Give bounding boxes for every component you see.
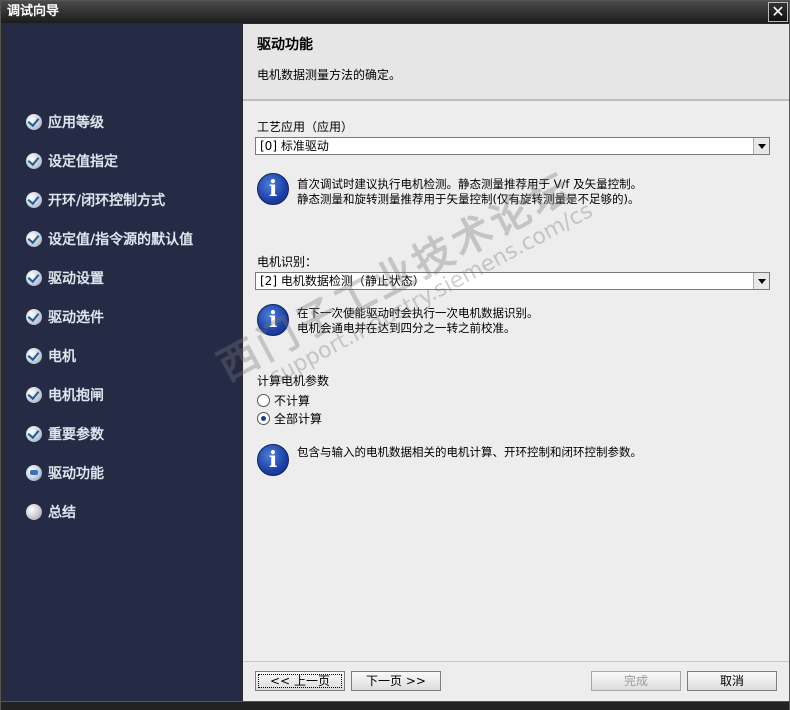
next-button[interactable]: 下一页 >> (351, 671, 441, 691)
step-complete-icon (26, 231, 42, 247)
chevron-down-icon[interactable] (753, 138, 769, 154)
title-bar: 调试向导 ✕ (1, 1, 789, 23)
window-title: 调试向导 (7, 4, 60, 19)
finish-button[interactable]: 完成 (591, 671, 681, 691)
application-label: 工艺应用（应用） (257, 120, 354, 134)
step-current-icon (26, 465, 42, 481)
window-bottom-border (1, 701, 789, 710)
motor-id-select-value: [2] 电机数据检测（静止状态） (260, 274, 425, 288)
sidebar-item-application-level[interactable]: 应用等级 (26, 110, 104, 134)
sidebar-item-summary[interactable]: 总结 (26, 500, 76, 524)
radio-button[interactable] (257, 393, 270, 407)
page-header: 驱动功能 电机数据测量方法的确定。 (243, 24, 789, 99)
step-complete-icon (26, 309, 42, 325)
sidebar-item-motor-brake[interactable]: 电机抱闸 (26, 383, 104, 407)
close-button[interactable]: ✕ (768, 2, 788, 22)
sidebar-item-key-params[interactable]: 重要参数 (26, 422, 104, 446)
sidebar-item-drive-options[interactable]: 驱动选件 (26, 305, 104, 329)
step-complete-icon (26, 114, 42, 130)
sidebar-item-label: 电机 (48, 349, 76, 365)
step-complete-icon (26, 348, 42, 364)
step-complete-icon (26, 153, 42, 169)
step-complete-icon (26, 426, 42, 442)
sidebar-item-label: 设定值指定 (48, 154, 118, 170)
calc-option-none-label: 不计算 (274, 393, 311, 408)
step-complete-icon (26, 387, 42, 403)
info-icon: i (257, 444, 289, 476)
sidebar-item-label: 驱动功能 (48, 466, 104, 482)
motor-id-select[interactable]: [2] 电机数据检测（静止状态） (255, 272, 770, 290)
application-info-text: 首次调试时建议执行电机检测。静态测量推荐用于 V/f 及矢量控制。 静态测量和旋… (297, 177, 642, 207)
sidebar-item-label: 设定值/指令源的默认值 (48, 232, 194, 248)
info-icon: i (257, 304, 289, 336)
previous-button[interactable]: << 上一页 (255, 671, 345, 691)
application-select[interactable]: [0] 标准驱动 (255, 137, 770, 155)
sidebar-item-setpoint[interactable]: 设定值指定 (26, 149, 118, 173)
sidebar-item-drive-functions[interactable]: 驱动功能 (26, 461, 104, 485)
main-content: 工艺应用（应用） [0] 标准驱动 i 首次调试时建议执行电机检测。静态测量推荐… (243, 101, 789, 661)
motor-id-info-line2: 电机会通电并在达到四分之一转之前校准。 (297, 321, 516, 335)
calc-option-none[interactable]: 不计算 (257, 392, 310, 408)
step-complete-icon (26, 192, 42, 208)
wizard-footer: << 上一页 下一页 >> 完成 取消 (243, 661, 789, 701)
cancel-button[interactable]: 取消 (687, 671, 777, 691)
sidebar-item-label: 总结 (48, 505, 76, 521)
step-complete-icon (26, 270, 42, 286)
steps-sidebar: 应用等级 设定值指定 开环/闭环控制方式 设定值/指令源的默认值 驱动设置 驱动… (4, 24, 242, 701)
sidebar-item-label: 驱动选件 (48, 310, 104, 326)
calc-option-all-label: 全部计算 (274, 411, 323, 426)
page-title: 驱动功能 (257, 37, 313, 53)
page-description: 电机数据测量方法的确定。 (257, 68, 402, 82)
sidebar-item-control-mode[interactable]: 开环/闭环控制方式 (26, 188, 165, 212)
sidebar-item-drive-settings[interactable]: 驱动设置 (26, 266, 104, 290)
sidebar-item-label: 驱动设置 (48, 271, 104, 287)
sidebar-item-label: 应用等级 (48, 115, 104, 131)
sidebar-item-label: 重要参数 (48, 427, 104, 443)
application-select-value: [0] 标准驱动 (260, 139, 329, 153)
application-info-line1: 首次调试时建议执行电机检测。静态测量推荐用于 V/f 及矢量控制。 (297, 177, 643, 191)
sidebar-item-defaults[interactable]: 设定值/指令源的默认值 (26, 227, 193, 251)
chevron-down-icon[interactable] (753, 273, 769, 289)
motor-id-info-text: 在下一次使能驱动时会执行一次电机数据识别。 电机会通电并在达到四分之一转之前校准… (297, 306, 539, 336)
sidebar-item-label: 开环/闭环控制方式 (48, 193, 166, 209)
motor-id-info-line1: 在下一次使能驱动时会执行一次电机数据识别。 (297, 306, 539, 320)
calc-info-line1: 包含与输入的电机数据相关的电机计算、开环控制和闭环控制参数。 (297, 445, 642, 459)
calc-params-label: 计算电机参数 (257, 374, 330, 388)
wizard-window: 调试向导 ✕ 应用等级 设定值指定 开环/闭环控制方式 设定值/指令源的默认值 … (0, 0, 790, 710)
radio-button-checked[interactable] (257, 411, 270, 425)
step-pending-icon (26, 504, 42, 520)
sidebar-item-label: 电机抱闸 (48, 388, 104, 404)
application-info-line2: 静态测量和旋转测量推荐用于矢量控制(仅有旋转测量是不足够的)。 (297, 192, 640, 206)
calc-info-text: 包含与输入的电机数据相关的电机计算、开环控制和闭环控制参数。 (297, 445, 642, 460)
sidebar-item-motor[interactable]: 电机 (26, 344, 76, 368)
motor-id-label: 电机识别： (257, 255, 318, 269)
info-icon: i (257, 173, 289, 205)
calc-option-all[interactable]: 全部计算 (257, 410, 322, 426)
